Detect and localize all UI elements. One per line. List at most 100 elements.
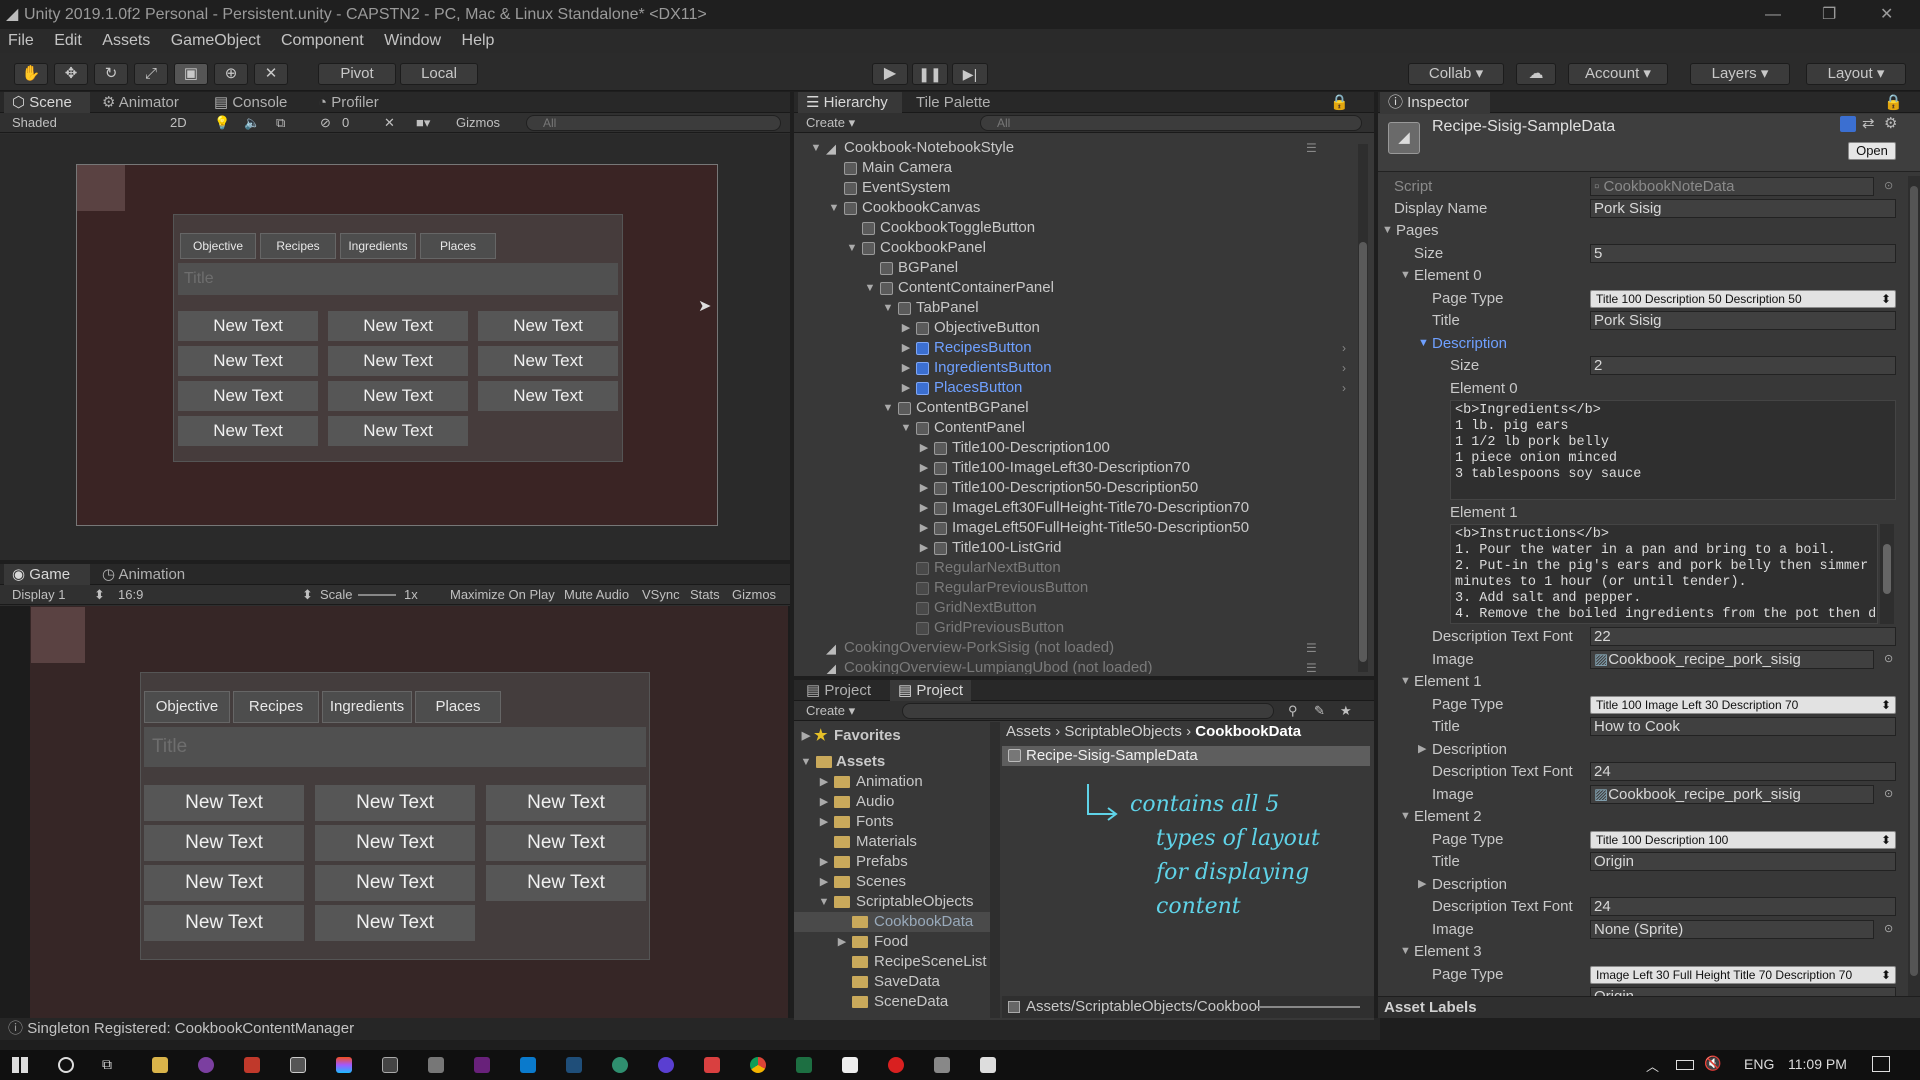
- unity-icon[interactable]: [428, 1057, 444, 1073]
- project-search-input[interactable]: [902, 703, 1274, 719]
- search-icon[interactable]: [58, 1057, 74, 1073]
- tab-animator[interactable]: ⚙ Animator: [94, 92, 187, 113]
- element1-font-field[interactable]: 24: [1590, 762, 1896, 781]
- element2-description-row[interactable]: ▶ Description: [1378, 874, 1908, 895]
- project-create-button[interactable]: Create ▾: [806, 701, 855, 721]
- display-dropdown[interactable]: Display 1: [12, 585, 65, 605]
- element1-description-row[interactable]: ▶ Description: [1378, 739, 1908, 760]
- expand-arrow-icon[interactable]: ▼: [828, 198, 840, 218]
- scene-tab-recipes[interactable]: Recipes: [260, 233, 336, 259]
- element1-page-type-dropdown[interactable]: Title 100 Image Left 30 Description 70 ⬍: [1590, 696, 1896, 714]
- camera-icon[interactable]: ■▾: [416, 113, 430, 133]
- tab-scene[interactable]: ⬡ Scene: [4, 92, 90, 113]
- expand-arrow-icon[interactable]: ▶: [818, 792, 830, 812]
- gizmos-dropdown[interactable]: Gizmos: [456, 113, 500, 133]
- textarea-scroll-thumb[interactable]: [1883, 544, 1891, 594]
- prefab-open-icon[interactable]: ›: [1342, 338, 1346, 358]
- tray-chevron-icon[interactable]: ︿: [1646, 1056, 1659, 1075]
- prefab-open-icon[interactable]: ›: [1342, 358, 1346, 378]
- rect-tool-icon[interactable]: ▣: [174, 63, 208, 85]
- folder-item[interactable]: Materials: [794, 832, 990, 852]
- scene-tab-ingredients[interactable]: Ingredients: [340, 233, 416, 259]
- hierarchy-item[interactable]: ▼ ◢ Cookbook-NotebookStyle ☰: [794, 138, 1317, 158]
- hierarchy-scrollbar[interactable]: [1358, 144, 1368, 672]
- game-viewport[interactable]: Objective Recipes Ingredients Places Tit…: [0, 606, 790, 1024]
- game-tab-objective[interactable]: Objective: [144, 691, 230, 723]
- file-explorer-icon[interactable]: [152, 1057, 168, 1073]
- settings-gear-icon[interactable]: ⚙: [1884, 114, 1897, 132]
- folder-item[interactable]: ▶ Scenes: [794, 872, 990, 892]
- element2-image-field[interactable]: None (Sprite): [1590, 920, 1874, 939]
- expand-arrow-icon[interactable]: ▶: [918, 518, 930, 538]
- element1-title-field[interactable]: How to Cook: [1590, 717, 1896, 736]
- folder-item[interactable]: RecipeSceneList: [794, 952, 990, 972]
- menu-help[interactable]: Help: [462, 32, 495, 49]
- start-icon[interactable]: [12, 1057, 28, 1073]
- preset-icon[interactable]: ⇄: [1862, 114, 1875, 132]
- element3-page-type-dropdown[interactable]: Image Left 30 Full Height Title 70 Descr…: [1590, 966, 1896, 984]
- pause-button[interactable]: ❚❚: [912, 63, 948, 85]
- object-picker-icon[interactable]: ⊙: [1884, 784, 1893, 805]
- stats-toggle[interactable]: Stats: [690, 585, 720, 605]
- app-purple-icon[interactable]: [198, 1057, 214, 1073]
- menu-assets[interactable]: Assets: [102, 32, 150, 49]
- hierarchy-scroll-thumb[interactable]: [1359, 242, 1367, 662]
- breadcrumb-assets[interactable]: Assets: [1006, 723, 1051, 740]
- menu-window[interactable]: Window: [384, 32, 441, 49]
- help-icon[interactable]: [1840, 116, 1856, 132]
- hierarchy-item[interactable]: ▼ ContentBGPanel: [794, 398, 1264, 418]
- hierarchy-item[interactable]: Main Camera: [794, 158, 1264, 178]
- maximize-icon[interactable]: ❐: [1822, 0, 1836, 29]
- element0-title-field[interactable]: Pork Sisig: [1590, 311, 1896, 330]
- account-button[interactable]: Account ▾: [1568, 63, 1668, 85]
- prefab-open-icon[interactable]: ›: [1342, 378, 1346, 398]
- display-name-field[interactable]: Pork Sisig: [1590, 199, 1896, 218]
- expand-arrow-icon[interactable]: ▶: [818, 872, 830, 892]
- language-indicator[interactable]: ENG: [1744, 1056, 1774, 1072]
- tab-console[interactable]: ▤ Console: [206, 92, 295, 113]
- favorite-icon[interactable]: ★: [1340, 701, 1352, 721]
- expand-arrow-icon[interactable]: ▼: [846, 238, 858, 258]
- tab-project-1[interactable]: ▤ Project: [798, 680, 879, 701]
- shading-dropdown[interactable]: Shaded: [12, 113, 152, 133]
- expand-arrow-icon[interactable]: ▶: [900, 318, 912, 338]
- object-picker-icon[interactable]: ⊙: [1884, 649, 1893, 670]
- assets-node[interactable]: ▼ Assets: [794, 752, 990, 772]
- expand-arrow-icon[interactable]: ▶: [918, 438, 930, 458]
- hierarchy-item[interactable]: RegularPreviousButton: [794, 578, 1264, 598]
- scene-search-input[interactable]: All: [526, 115, 781, 131]
- collab-button[interactable]: Collab ▾: [1408, 63, 1504, 85]
- project-divider[interactable]: [990, 722, 1000, 1018]
- element2-page-type-dropdown[interactable]: Title 100 Description 100 ⬍: [1590, 831, 1896, 849]
- local-button[interactable]: Local: [400, 63, 478, 85]
- tab-inspector[interactable]: ⓘ Inspector: [1380, 92, 1490, 113]
- menu-file[interactable]: File: [8, 32, 34, 49]
- scene-menu-icon[interactable]: ☰: [1306, 658, 1317, 674]
- vsync-toggle[interactable]: VSync: [642, 585, 680, 605]
- maximize-on-play-toggle[interactable]: Maximize On Play: [450, 585, 555, 605]
- task-view-icon[interactable]: ⧉: [102, 1056, 112, 1073]
- step-button[interactable]: ▶|: [952, 63, 988, 85]
- desc-element1-textarea[interactable]: <b>Instructions</b> 1. Pour the water in…: [1450, 524, 1878, 624]
- rotate-tool-icon[interactable]: ↻: [94, 63, 128, 85]
- description-size-field[interactable]: 2: [1590, 356, 1896, 375]
- selected-asset-row[interactable]: Recipe-Sisig-SampleData: [1002, 746, 1370, 766]
- minimize-icon[interactable]: —: [1765, 0, 1781, 29]
- expand-arrow-icon[interactable]: ▶: [918, 478, 930, 498]
- hierarchy-item[interactable]: ◢ CookingOverview-LumpiangUbod (not loade…: [794, 658, 1317, 674]
- menu-gameobject[interactable]: GameObject: [171, 32, 261, 49]
- expand-arrow-icon[interactable]: ▶: [918, 498, 930, 518]
- tab-tile-palette[interactable]: Tile Palette: [908, 92, 998, 113]
- hierarchy-create-button[interactable]: Create ▾: [806, 113, 855, 133]
- hierarchy-item[interactable]: ▶ RecipesButton ›: [794, 338, 1346, 358]
- hierarchy-item[interactable]: ▶ Title100-ImageLeft30-Description70: [794, 458, 1264, 478]
- mode-2d-button[interactable]: 2D: [170, 113, 187, 133]
- folder-item[interactable]: ▶ Fonts: [794, 812, 990, 832]
- hierarchy-item[interactable]: ▼ CookbookPanel: [794, 238, 1264, 258]
- hierarchy-search-input[interactable]: All: [980, 115, 1362, 131]
- element0-page-type-dropdown[interactable]: Title 100 Description 50 Description 50 ⬍: [1590, 290, 1896, 308]
- scene-tab-places[interactable]: Places: [420, 233, 496, 259]
- scale-slider[interactable]: [358, 594, 396, 596]
- audio-icon[interactable]: 🔈: [244, 113, 260, 133]
- game-tab-ingredients[interactable]: Ingredients: [322, 691, 412, 723]
